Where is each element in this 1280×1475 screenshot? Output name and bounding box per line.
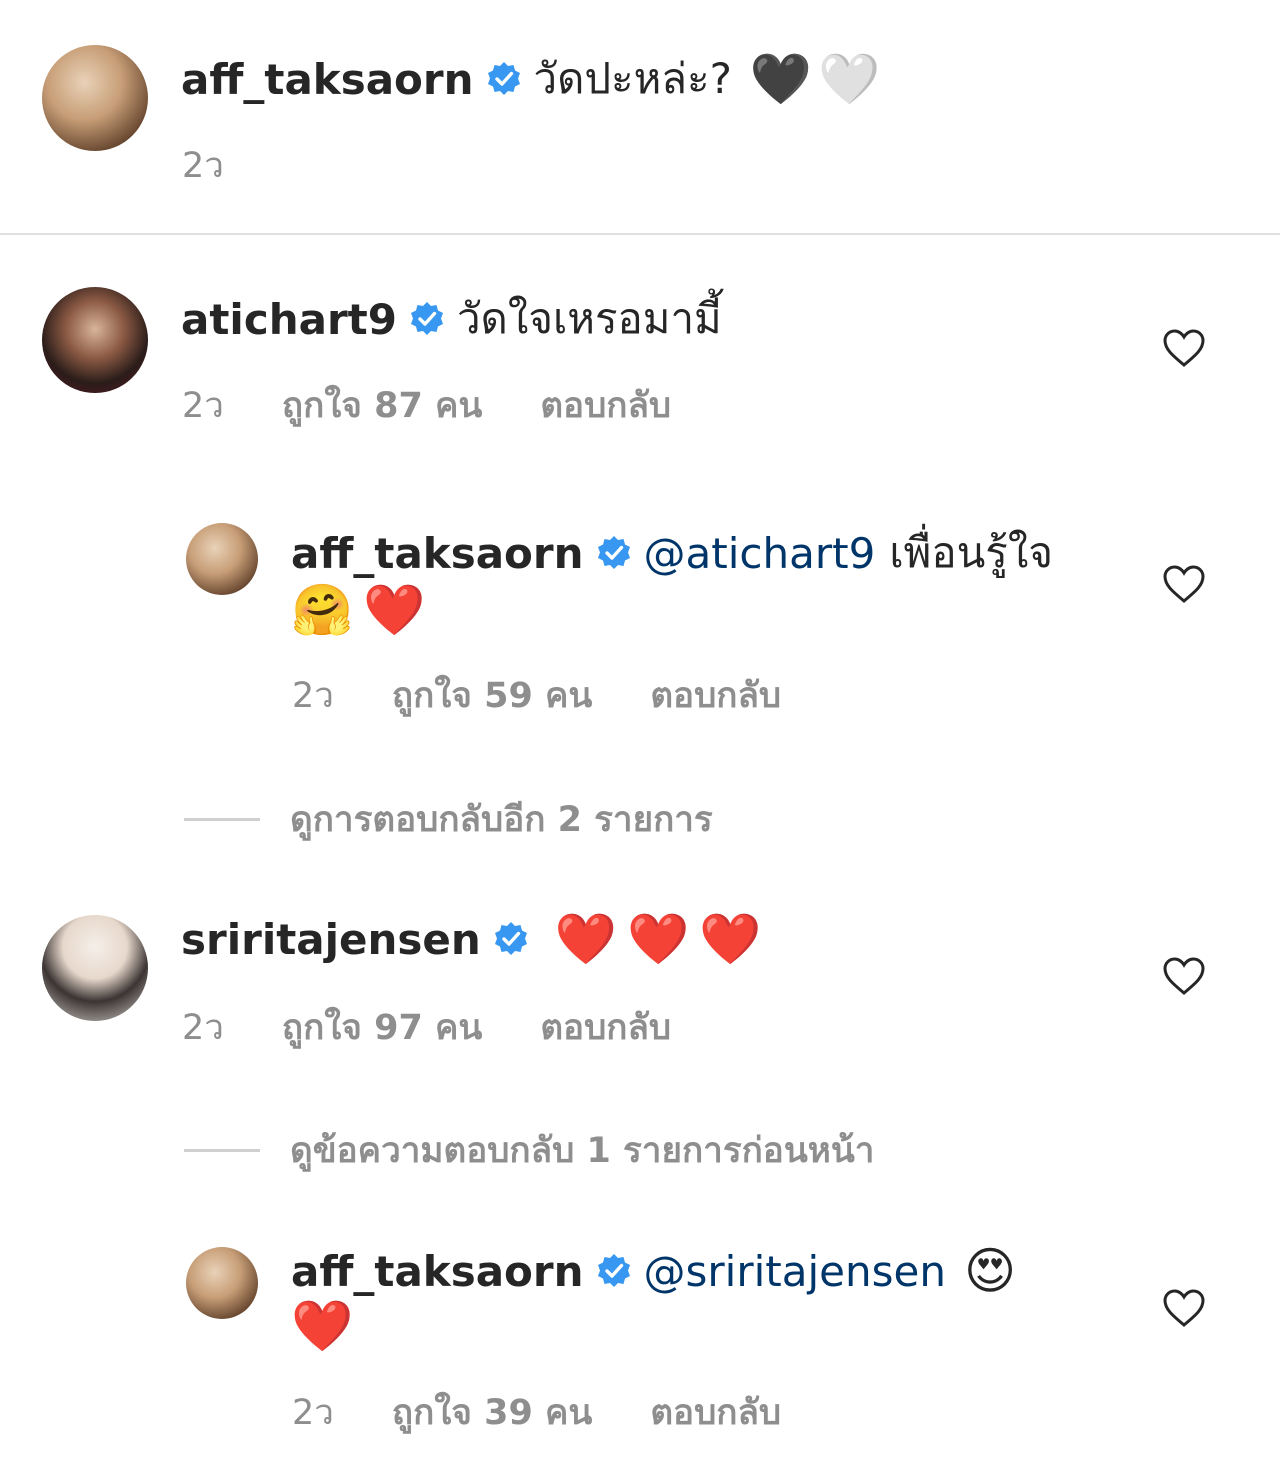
emoji: ❤️ bbox=[554, 910, 618, 968]
comment-line: atichart9 วัดใจเหรอมามี้ bbox=[181, 292, 722, 346]
like-heart-icon[interactable] bbox=[1162, 1288, 1206, 1328]
comment-line: aff_taksaorn @sriritajensen 😍 bbox=[291, 1244, 1016, 1298]
verified-icon bbox=[595, 1253, 632, 1289]
likes-count[interactable]: ถูกใจ 97 คน bbox=[282, 1000, 482, 1055]
timestamp[interactable]: 2ว bbox=[182, 1000, 224, 1055]
avatar[interactable] bbox=[42, 287, 148, 393]
comment-text: วัดใจเหรอมามี้ bbox=[456, 294, 722, 343]
reply-button[interactable]: ตอบกลับ bbox=[650, 1385, 781, 1440]
caption-meta: 2ว bbox=[182, 138, 224, 193]
emoji: 🖤 bbox=[749, 50, 813, 108]
avatar[interactable] bbox=[42, 915, 148, 1021]
comment-line: sriritajensen ❤️ ❤️ ❤️ bbox=[181, 910, 762, 968]
divider bbox=[0, 233, 1280, 235]
view-more-replies-label: ดูการตอบกลับอีก 2 รายการ bbox=[290, 800, 713, 840]
comment-text: วัดปะหล่ะ? bbox=[533, 54, 732, 103]
mention-link[interactable]: @sriritajensen bbox=[644, 1247, 946, 1296]
timestamp[interactable]: 2ว bbox=[182, 138, 224, 193]
username-link[interactable]: aff_taksaorn bbox=[291, 1247, 584, 1296]
reply-button[interactable]: ตอบกลับ bbox=[540, 1000, 671, 1055]
likes-count[interactable]: ถูกใจ 59 คน bbox=[392, 668, 592, 723]
emoji: 🤗 bbox=[291, 581, 354, 639]
divider bbox=[184, 1149, 260, 1152]
view-previous-replies-label: ดูข้อความตอบกลับ 1 รายการก่อนหน้า bbox=[290, 1131, 875, 1171]
caption-line: aff_taksaorn วัดปะหล่ะ? 🖤 🤍 bbox=[181, 52, 880, 106]
username-link[interactable]: aff_taksaorn bbox=[291, 529, 584, 578]
comment-text: เพื่อนรู้ใจ bbox=[889, 528, 1053, 577]
username-link[interactable]: atichart9 bbox=[181, 295, 397, 344]
username-link[interactable]: aff_taksaorn bbox=[181, 55, 474, 104]
timestamp[interactable]: 2ว bbox=[292, 668, 334, 723]
reply-button[interactable]: ตอบกลับ bbox=[540, 378, 671, 433]
verified-icon bbox=[485, 61, 522, 97]
comment-meta: 2ว ถูกใจ 59 คน ตอบกลับ bbox=[292, 668, 781, 723]
comment-meta: 2ว ถูกใจ 39 คน ตอบกลับ bbox=[292, 1385, 781, 1440]
emoji: ❤️ bbox=[363, 581, 426, 639]
verified-icon bbox=[409, 301, 445, 337]
emoji: ❤️ bbox=[291, 1297, 354, 1355]
view-more-replies-button[interactable]: ดูการตอบกลับอีก 2 รายการ bbox=[184, 792, 713, 847]
timestamp[interactable]: 2ว bbox=[182, 378, 224, 433]
emoji: 🤍 bbox=[818, 50, 881, 108]
mention-link[interactable]: @atichart9 bbox=[644, 529, 876, 578]
comment-emoji-line: ❤️ bbox=[291, 1298, 353, 1354]
likes-count[interactable]: ถูกใจ 87 คน bbox=[282, 378, 482, 433]
timestamp[interactable]: 2ว bbox=[292, 1385, 334, 1440]
avatar[interactable] bbox=[42, 45, 148, 151]
comment-meta: 2ว ถูกใจ 97 คน ตอบกลับ bbox=[182, 1000, 671, 1055]
avatar[interactable] bbox=[186, 1247, 258, 1319]
comment-emoji-line: 🤗 ❤️ bbox=[291, 582, 426, 638]
like-heart-icon[interactable] bbox=[1162, 328, 1206, 368]
emoji: ❤️ bbox=[627, 910, 690, 968]
username-link[interactable]: sriritajensen bbox=[181, 915, 481, 964]
comment-meta: 2ว ถูกใจ 87 คน ตอบกลับ bbox=[182, 378, 671, 433]
reply-button[interactable]: ตอบกลับ bbox=[650, 668, 781, 723]
like-heart-icon[interactable] bbox=[1162, 564, 1206, 604]
likes-count[interactable]: ถูกใจ 39 คน bbox=[392, 1385, 592, 1440]
like-heart-icon[interactable] bbox=[1162, 956, 1206, 996]
view-previous-replies-button[interactable]: ดูข้อความตอบกลับ 1 รายการก่อนหน้า bbox=[184, 1123, 874, 1178]
emoji: 😍 bbox=[963, 1242, 1017, 1300]
verified-icon bbox=[493, 921, 529, 957]
emoji: ❤️ bbox=[699, 910, 762, 968]
divider bbox=[184, 818, 260, 821]
comment-line: aff_taksaorn @atichart9 เพื่อนรู้ใจ bbox=[291, 526, 1053, 580]
avatar[interactable] bbox=[186, 523, 258, 595]
verified-icon bbox=[595, 535, 632, 571]
